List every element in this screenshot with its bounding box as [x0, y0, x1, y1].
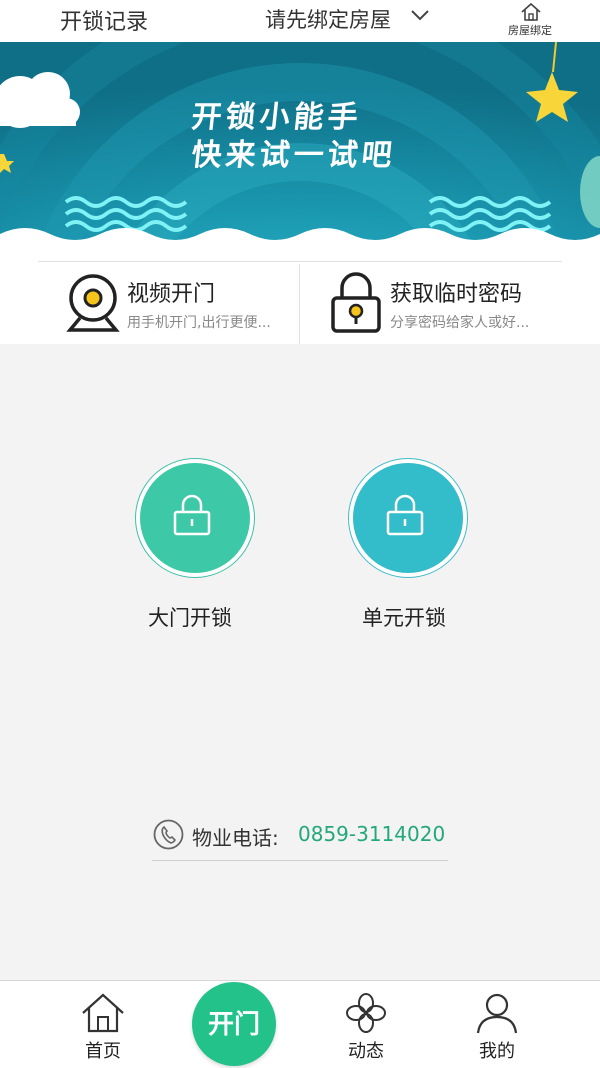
- lock-icon: [386, 494, 424, 536]
- video-unlock-subtitle: 用手机开门,出行更便...: [127, 315, 271, 331]
- unit-unlock-label[interactable]: 单元开锁: [362, 602, 446, 632]
- nav-mine[interactable]: 我的: [457, 991, 537, 1063]
- house-binding-label[interactable]: 房屋绑定: [508, 22, 552, 38]
- nav-home-label: 首页: [85, 1041, 121, 1062]
- nav-mine-label: 我的: [479, 1041, 515, 1062]
- property-phone-number[interactable]: 0859-3114020: [298, 822, 445, 846]
- feature-row: 视频开门 用手机开门,出行更便... 获取临时密码 分享密码给家人或好...: [0, 252, 600, 344]
- padlock-icon[interactable]: [330, 270, 382, 334]
- phone-icon[interactable]: [153, 819, 184, 850]
- nav-activity[interactable]: 动态: [326, 991, 406, 1063]
- camera-icon[interactable]: [64, 272, 122, 334]
- lock-icon: [173, 494, 211, 536]
- person-icon: [476, 993, 518, 1034]
- feature-separator: [299, 264, 300, 344]
- clover-icon: [346, 993, 386, 1033]
- property-phone-label: 物业电话:: [192, 826, 279, 850]
- top-bar: 开锁记录 请先绑定房屋 房屋绑定: [0, 0, 600, 42]
- temp-password-title[interactable]: 获取临时密码: [390, 276, 522, 308]
- gate-unlock-button[interactable]: [135, 458, 255, 578]
- video-unlock-title[interactable]: 视频开门: [127, 276, 215, 308]
- nav-activity-label: 动态: [348, 1041, 384, 1062]
- phone-divider: [152, 860, 448, 861]
- open-door-label: 开门: [207, 1010, 260, 1040]
- bind-house-dropdown[interactable]: 请先绑定房屋: [265, 4, 391, 34]
- banner-headline-2: 快来试一试吧: [189, 138, 398, 173]
- temp-password-subtitle: 分享密码给家人或好...: [390, 315, 530, 331]
- gate-unlock-label[interactable]: 大门开锁: [148, 602, 232, 632]
- unlock-records-link[interactable]: 开锁记录: [60, 4, 148, 36]
- home-icon: [82, 993, 124, 1033]
- house-icon[interactable]: [520, 2, 542, 22]
- bottom-nav: 首页 动态 我的: [0, 980, 600, 1068]
- unit-unlock-button[interactable]: [348, 458, 468, 578]
- chevron-down-icon[interactable]: [410, 8, 430, 22]
- promo-banner[interactable]: 开锁小能手 快来试一试吧: [0, 42, 600, 252]
- open-door-button[interactable]: 开门: [192, 982, 276, 1066]
- nav-home[interactable]: 首页: [63, 991, 143, 1063]
- feature-divider-top: [38, 261, 562, 262]
